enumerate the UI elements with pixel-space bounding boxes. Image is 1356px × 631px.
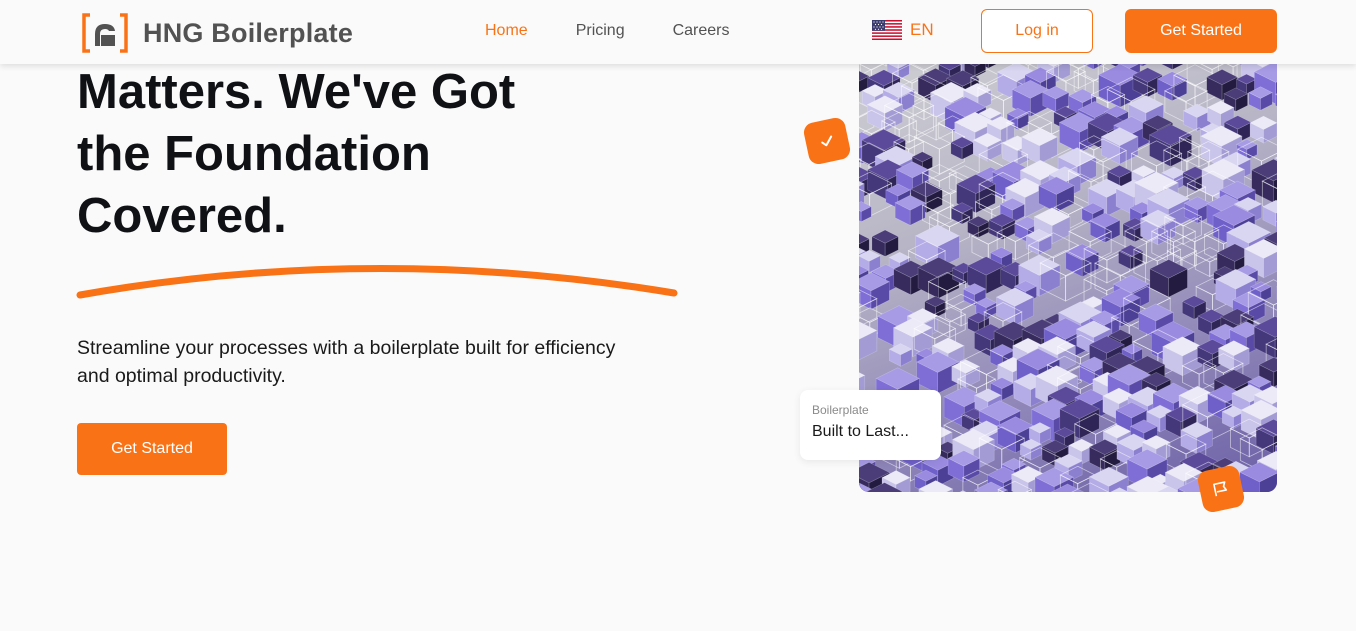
language-selector[interactable]: EN xyxy=(872,20,934,40)
hero-get-started-button[interactable]: Get Started xyxy=(77,423,227,475)
cube-face xyxy=(949,313,966,339)
cube-face xyxy=(1166,243,1198,259)
info-card: Boilerplate Built to Last... xyxy=(800,390,941,460)
nav-item-careers[interactable]: Careers xyxy=(673,22,730,40)
info-card-label: Boilerplate xyxy=(812,403,869,417)
site-header: HNG Boilerplate Home Pricing Careers EN … xyxy=(0,0,1356,64)
cube-face xyxy=(1198,365,1217,392)
cube-face xyxy=(1275,93,1277,107)
main-nav: Home Pricing Careers xyxy=(485,22,730,40)
title-underline-swoosh xyxy=(76,265,678,299)
brand-name: HNG Boilerplate xyxy=(143,17,354,48)
us-flag-icon xyxy=(872,20,902,40)
nav-item-pricing[interactable]: Pricing xyxy=(576,22,625,40)
check-badge xyxy=(802,116,852,166)
nav-item-home[interactable]: Home xyxy=(485,22,528,40)
flag-icon xyxy=(1213,481,1228,497)
language-label: EN xyxy=(910,20,934,39)
hero-title-line: the Foundation xyxy=(77,127,431,181)
flag-badge xyxy=(1196,464,1246,514)
brand-logo-icon xyxy=(82,13,128,53)
brand-logo[interactable]: HNG Boilerplate xyxy=(81,13,353,53)
check-icon xyxy=(821,135,833,147)
hero-title-line: Matters. We've Got xyxy=(77,65,516,119)
header-get-started-button[interactable]: Get Started xyxy=(1125,9,1277,53)
login-button[interactable]: Log in xyxy=(981,9,1093,53)
hero-description-line: and optimal productivity. xyxy=(77,365,286,387)
cube-face xyxy=(944,301,962,327)
cube-face xyxy=(959,490,967,492)
hero-title: Matters. We've Got the Foundation Covere… xyxy=(77,61,637,247)
hero-description-line: Streamline your processes with a boilerp… xyxy=(77,337,616,359)
info-card-title: Built to Last... xyxy=(812,423,909,440)
hero-description: Streamline your processes with a boilerp… xyxy=(77,334,697,390)
cube-face xyxy=(1194,254,1211,278)
hero-title-line: Covered. xyxy=(77,189,287,243)
